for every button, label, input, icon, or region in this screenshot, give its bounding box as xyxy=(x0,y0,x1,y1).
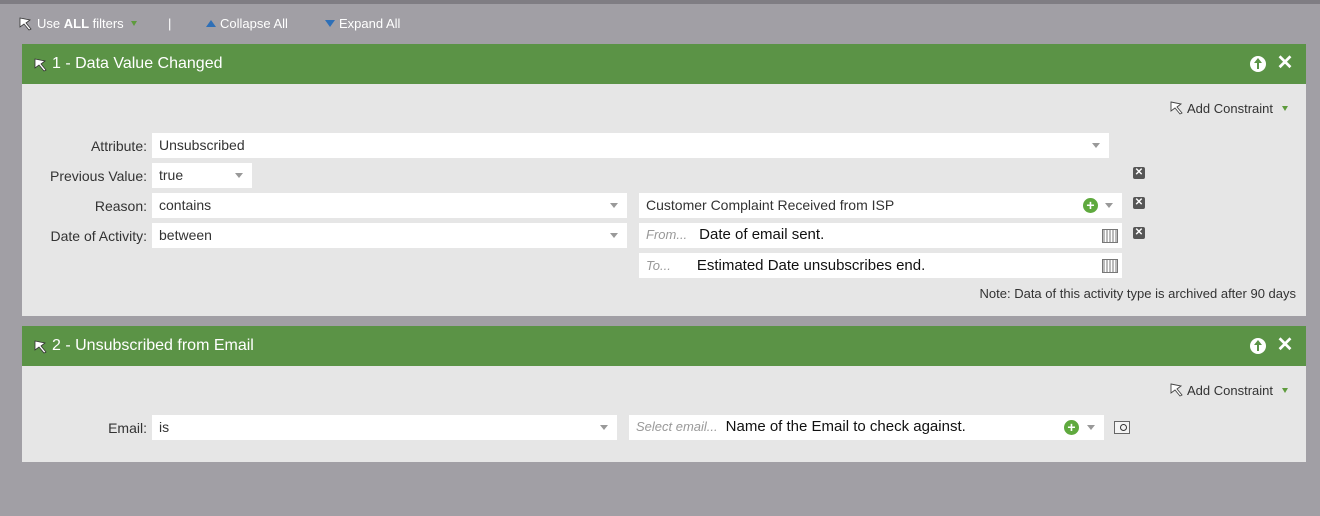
use-all-filters-menu[interactable]: Use ALL filters xyxy=(17,16,137,31)
filter-panel-1: 1 - Data Value Changed ✕ Add Constraint … xyxy=(22,44,1306,316)
calendar-icon[interactable] xyxy=(1102,259,1118,273)
close-icon[interactable]: ✕ xyxy=(1276,335,1294,355)
chevron-down-icon xyxy=(1092,143,1100,148)
email-label: Email: xyxy=(108,420,147,436)
filter-wrench-icon xyxy=(19,17,32,30)
add-constraint-button[interactable]: Add Constraint xyxy=(1168,100,1288,116)
plus-circle-icon[interactable]: + xyxy=(1083,198,1098,213)
chevron-down-icon xyxy=(130,21,137,26)
add-constraint-label: Add Constraint xyxy=(1187,100,1273,116)
email-annotation: Name of the Email to check against. xyxy=(725,418,966,435)
reason-label: Reason: xyxy=(94,198,147,214)
date-to-annotation: Estimated Date unsubscribes end. xyxy=(696,257,926,274)
filter-panel-2: 2 - Unsubscribed from Email ✕ Add Constr… xyxy=(22,326,1306,462)
toolbar-separator: | xyxy=(168,16,172,31)
filter-wrench-icon xyxy=(1170,101,1183,115)
add-constraint-button[interactable]: Add Constraint xyxy=(1168,382,1288,398)
email-placeholder: Select email... xyxy=(636,419,718,434)
attribute-select[interactable]: Unsubscribed xyxy=(152,133,1109,158)
delete-row-icon[interactable]: ✕ xyxy=(1133,167,1145,179)
browse-icon[interactable] xyxy=(1114,421,1130,434)
chevron-down-icon xyxy=(610,233,618,238)
email-select[interactable]: Select email... Name of the Email to chec… xyxy=(629,415,1104,440)
reason-operator-value: contains xyxy=(159,197,212,213)
chevron-down-icon xyxy=(1087,425,1095,430)
date-operator-value: between xyxy=(159,227,212,243)
collapse-arrow-icon xyxy=(206,20,216,27)
date-of-activity-label: Date of Activity: xyxy=(50,228,147,244)
email-operator-select[interactable]: is xyxy=(152,415,617,440)
filter-wrench-icon xyxy=(1170,383,1183,397)
chevron-down-icon xyxy=(610,203,618,208)
date-from-placeholder: From... xyxy=(646,227,688,242)
previous-value-value: true xyxy=(159,167,184,183)
date-from-annotation: Date of email sent. xyxy=(699,226,825,243)
calendar-icon[interactable] xyxy=(1102,229,1118,243)
date-to-placeholder: To... xyxy=(646,258,671,273)
expand-all-button[interactable]: Expand All xyxy=(325,16,400,31)
chevron-down-icon xyxy=(1282,105,1288,111)
expand-arrow-icon xyxy=(325,20,335,27)
filter-2-header[interactable]: 2 - Unsubscribed from Email ✕ xyxy=(22,326,1306,366)
chevron-down-icon xyxy=(1105,203,1113,208)
delete-row-icon[interactable]: ✕ xyxy=(1133,227,1145,239)
arrow-up-circle-icon[interactable] xyxy=(1250,338,1266,354)
filter-2-title: 2 - Unsubscribed from Email xyxy=(52,337,254,354)
previous-value-label: Previous Value: xyxy=(49,168,147,184)
filter-wrench-icon xyxy=(34,340,47,354)
previous-value-select[interactable]: true xyxy=(152,163,252,188)
attribute-value: Unsubscribed xyxy=(159,137,245,153)
reason-operator-select[interactable]: contains xyxy=(152,193,627,218)
toolbar: Use ALL filters | Collapse All Expand Al… xyxy=(0,4,1320,42)
filter-1-header[interactable]: 1 - Data Value Changed ✕ xyxy=(22,44,1306,84)
date-operator-select[interactable]: between xyxy=(152,223,627,248)
close-icon[interactable]: ✕ xyxy=(1276,53,1294,73)
archive-note: Note: Data of this activity type is arch… xyxy=(979,286,1296,301)
expand-all-label: Expand All xyxy=(339,16,401,31)
chevron-down-icon xyxy=(235,173,243,178)
reason-value-select[interactable]: Customer Complaint Received from ISP + xyxy=(639,193,1122,218)
use-all-filters-label: Use ALL filters xyxy=(37,16,124,31)
chevron-down-icon xyxy=(1282,387,1288,393)
arrow-up-circle-icon[interactable] xyxy=(1250,56,1266,72)
add-constraint-label: Add Constraint xyxy=(1187,382,1273,398)
delete-row-icon[interactable]: ✕ xyxy=(1133,197,1145,209)
collapse-all-button[interactable]: Collapse All xyxy=(206,16,288,31)
chevron-down-icon xyxy=(600,425,608,430)
filter-1-title: 1 - Data Value Changed xyxy=(52,55,223,72)
filter-wrench-icon xyxy=(34,58,47,72)
attribute-label: Attribute: xyxy=(90,138,147,154)
reason-value: Customer Complaint Received from ISP xyxy=(646,197,895,213)
date-to-input[interactable]: To... Estimated Date unsubscribes end. xyxy=(639,253,1122,278)
plus-circle-icon[interactable]: + xyxy=(1064,420,1079,435)
collapse-all-label: Collapse All xyxy=(220,16,288,31)
email-operator-value: is xyxy=(159,419,170,435)
date-from-input[interactable]: From... Date of email sent. xyxy=(639,223,1122,248)
